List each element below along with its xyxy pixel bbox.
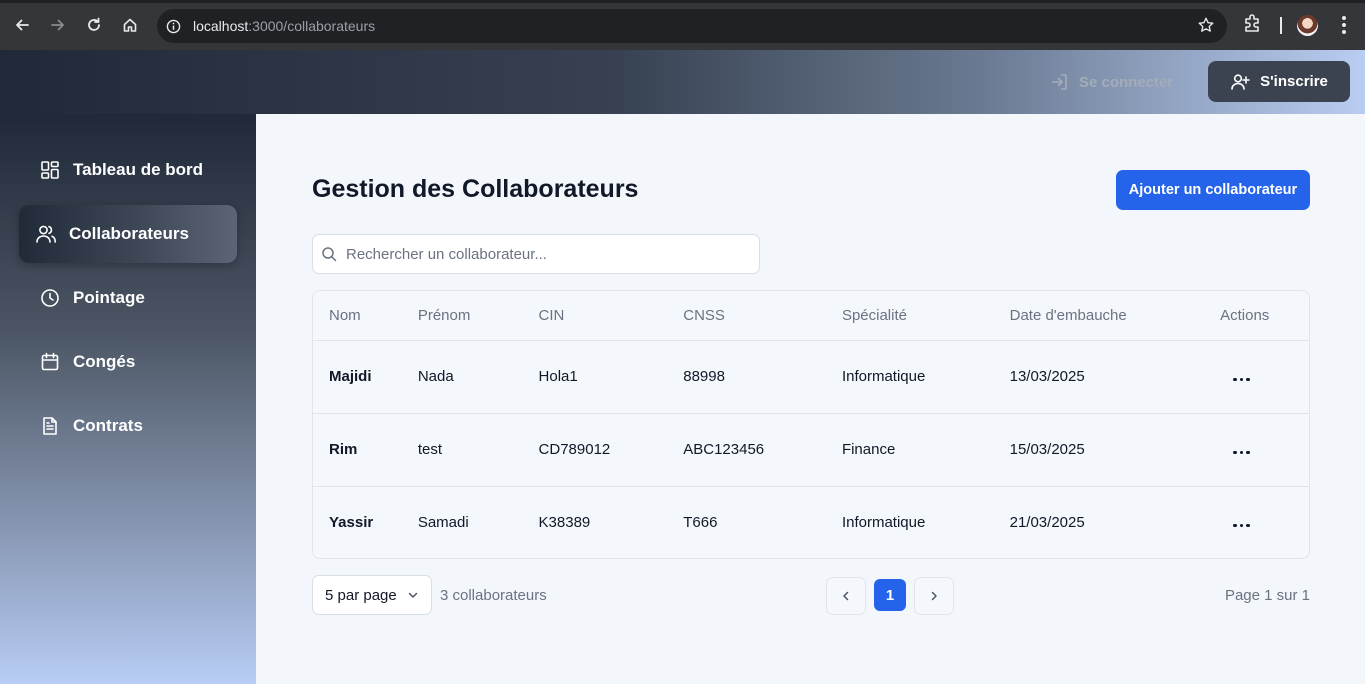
cell-specialite: Informatique: [841, 514, 926, 532]
cell-date-embauche: 21/03/2025: [1009, 514, 1085, 532]
dashboard-icon: [39, 159, 61, 181]
signup-button[interactable]: S'inscrire: [1208, 61, 1350, 102]
profile-avatar[interactable]: [1297, 15, 1318, 36]
tab-strip: [0, 0, 1365, 3]
column-header-date-embauche[interactable]: Date d'embauche: [1009, 291, 1221, 341]
signup-label: S'inscrire: [1260, 73, 1328, 90]
cell-nom: Majidi: [313, 340, 418, 414]
collaborators-count: 3 collaborateurs: [440, 587, 547, 604]
clock-icon: [39, 287, 61, 309]
cell-prenom: test: [417, 413, 539, 487]
table-row[interactable]: Rim test CD789012 ABC123456 Finance 15/0…: [313, 413, 1309, 487]
main-content: Gestion des Collaborateurs Ajouter un co…: [256, 114, 1365, 684]
column-header-actions: Actions: [1220, 291, 1309, 341]
sidebar-item-contrats[interactable]: Contrats: [19, 397, 237, 455]
sidebar-item-pointage[interactable]: Pointage: [19, 269, 237, 327]
users-icon: [35, 223, 57, 245]
cell-cin: Hola1: [538, 340, 684, 414]
sidebar-item-label: Collaborateurs: [69, 224, 189, 243]
sidebar-item-label: Pointage: [73, 288, 145, 307]
cell-nom: Rim: [313, 413, 418, 487]
user-plus-icon: [1230, 72, 1250, 92]
toolbar-divider: [1280, 17, 1282, 34]
forward-icon[interactable]: [44, 11, 72, 39]
add-collaborator-button[interactable]: Ajouter un collaborateur: [1116, 170, 1310, 210]
browser-toolbar: localhost:3000/collaborateurs: [0, 0, 1365, 50]
cell-cin: K38389: [538, 514, 591, 532]
column-header-cin[interactable]: CIN: [538, 291, 684, 341]
column-header-nom[interactable]: Nom: [313, 291, 418, 341]
document-icon: [39, 415, 61, 437]
page-size-value: 5 par page: [325, 586, 397, 604]
sidebar-item-conges[interactable]: Congés: [19, 333, 237, 391]
back-icon[interactable]: [8, 11, 36, 39]
login-label: Se connecter: [1079, 73, 1174, 91]
next-page-button[interactable]: [914, 577, 954, 615]
table-row[interactable]: Yassir Samadi K38389 T666 Informatique 2…: [313, 486, 1309, 558]
previous-page-button[interactable]: [826, 577, 866, 615]
url-path: :3000/collaborateurs: [248, 18, 376, 34]
bookmark-star-icon[interactable]: [1197, 16, 1215, 39]
sidebar: Tableau de bord Collaborateurs Pointage …: [0, 114, 256, 684]
url-host: localhost: [193, 18, 249, 34]
cell-prenom: Nada: [417, 340, 539, 414]
more-actions-icon[interactable]: [1233, 450, 1250, 454]
chevron-left-icon: [839, 589, 853, 603]
sidebar-item-dashboard[interactable]: Tableau de bord: [19, 141, 237, 199]
collaborators-table: Nom Prénom CIN CNSS Spécialité Date d'em…: [312, 290, 1310, 559]
cell-specialite: Informatique: [841, 340, 1010, 414]
login-button[interactable]: Se connecter: [1050, 68, 1173, 96]
column-header-specialite[interactable]: Spécialité: [841, 291, 1010, 341]
sidebar-item-collaborateurs[interactable]: Collaborateurs: [19, 205, 237, 263]
cell-date-embauche: 13/03/2025: [1009, 340, 1221, 414]
cell-specialite: Finance: [841, 413, 1010, 487]
cell-cin: CD789012: [538, 413, 684, 487]
more-actions-icon[interactable]: [1233, 523, 1250, 528]
app-header: Se connecter S'inscrire: [0, 50, 1365, 114]
page-title: Gestion des Collaborateurs: [312, 175, 639, 203]
sidebar-item-label: Congés: [73, 352, 136, 371]
cell-actions: [1220, 486, 1309, 558]
calendar-icon: [39, 351, 61, 373]
cell-actions: [1220, 340, 1309, 414]
cell-date-embauche: 15/03/2025: [1009, 413, 1221, 487]
reload-icon[interactable]: [80, 11, 108, 39]
chevron-down-icon: [406, 588, 420, 602]
login-icon: [1050, 72, 1070, 92]
cell-prenom: Samadi: [417, 514, 469, 532]
page-info: Page 1 sur 1: [1224, 587, 1310, 604]
chevron-right-icon: [927, 589, 941, 603]
page-size-select[interactable]: 5 par page: [312, 575, 432, 615]
cell-actions: [1220, 413, 1309, 487]
column-header-prenom[interactable]: Prénom: [417, 291, 539, 341]
more-actions-icon[interactable]: [1233, 377, 1250, 381]
cell-nom: Yassir: [329, 514, 374, 532]
url-text: localhost:3000/collaborateurs: [193, 18, 375, 34]
search-box: [312, 234, 760, 274]
search-icon: [321, 246, 337, 262]
sidebar-item-label: Tableau de bord: [73, 160, 204, 179]
address-bar[interactable]: localhost:3000/collaborateurs: [157, 9, 1227, 43]
column-header-cnss[interactable]: CNSS: [683, 291, 842, 341]
cell-cnss: 88998: [683, 340, 842, 414]
extensions-icon[interactable]: [1242, 12, 1264, 39]
cell-cnss: ABC123456: [683, 413, 842, 487]
page-number-button[interactable]: 1: [874, 579, 906, 611]
home-icon[interactable]: [116, 11, 144, 39]
cell-cnss: T666: [683, 514, 718, 532]
browser-menu-icon[interactable]: [1336, 14, 1352, 41]
search-input[interactable]: [346, 245, 726, 263]
table-row[interactable]: Majidi Nada Hola1 88998 Informatique 13/…: [313, 340, 1309, 414]
table-header-row: Nom Prénom CIN CNSS Spécialité Date d'em…: [313, 291, 1309, 341]
sidebar-item-label: Contrats: [73, 416, 143, 435]
site-info-icon[interactable]: [164, 17, 182, 35]
